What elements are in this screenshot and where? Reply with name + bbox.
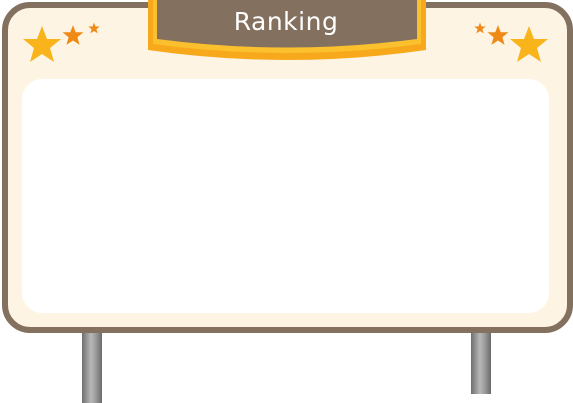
sign-post-left [82, 328, 102, 403]
ranking-title: Ranking [233, 7, 339, 36]
ranking-list-panel [22, 79, 549, 313]
star-icon [487, 25, 509, 45]
star-icon [510, 26, 548, 62]
ranking-sign: Ranking [0, 0, 573, 403]
star-icon [88, 22, 100, 34]
star-icon [474, 22, 486, 34]
star-icon [62, 25, 84, 45]
star-icon [23, 26, 61, 62]
sign-post-right [471, 328, 491, 394]
